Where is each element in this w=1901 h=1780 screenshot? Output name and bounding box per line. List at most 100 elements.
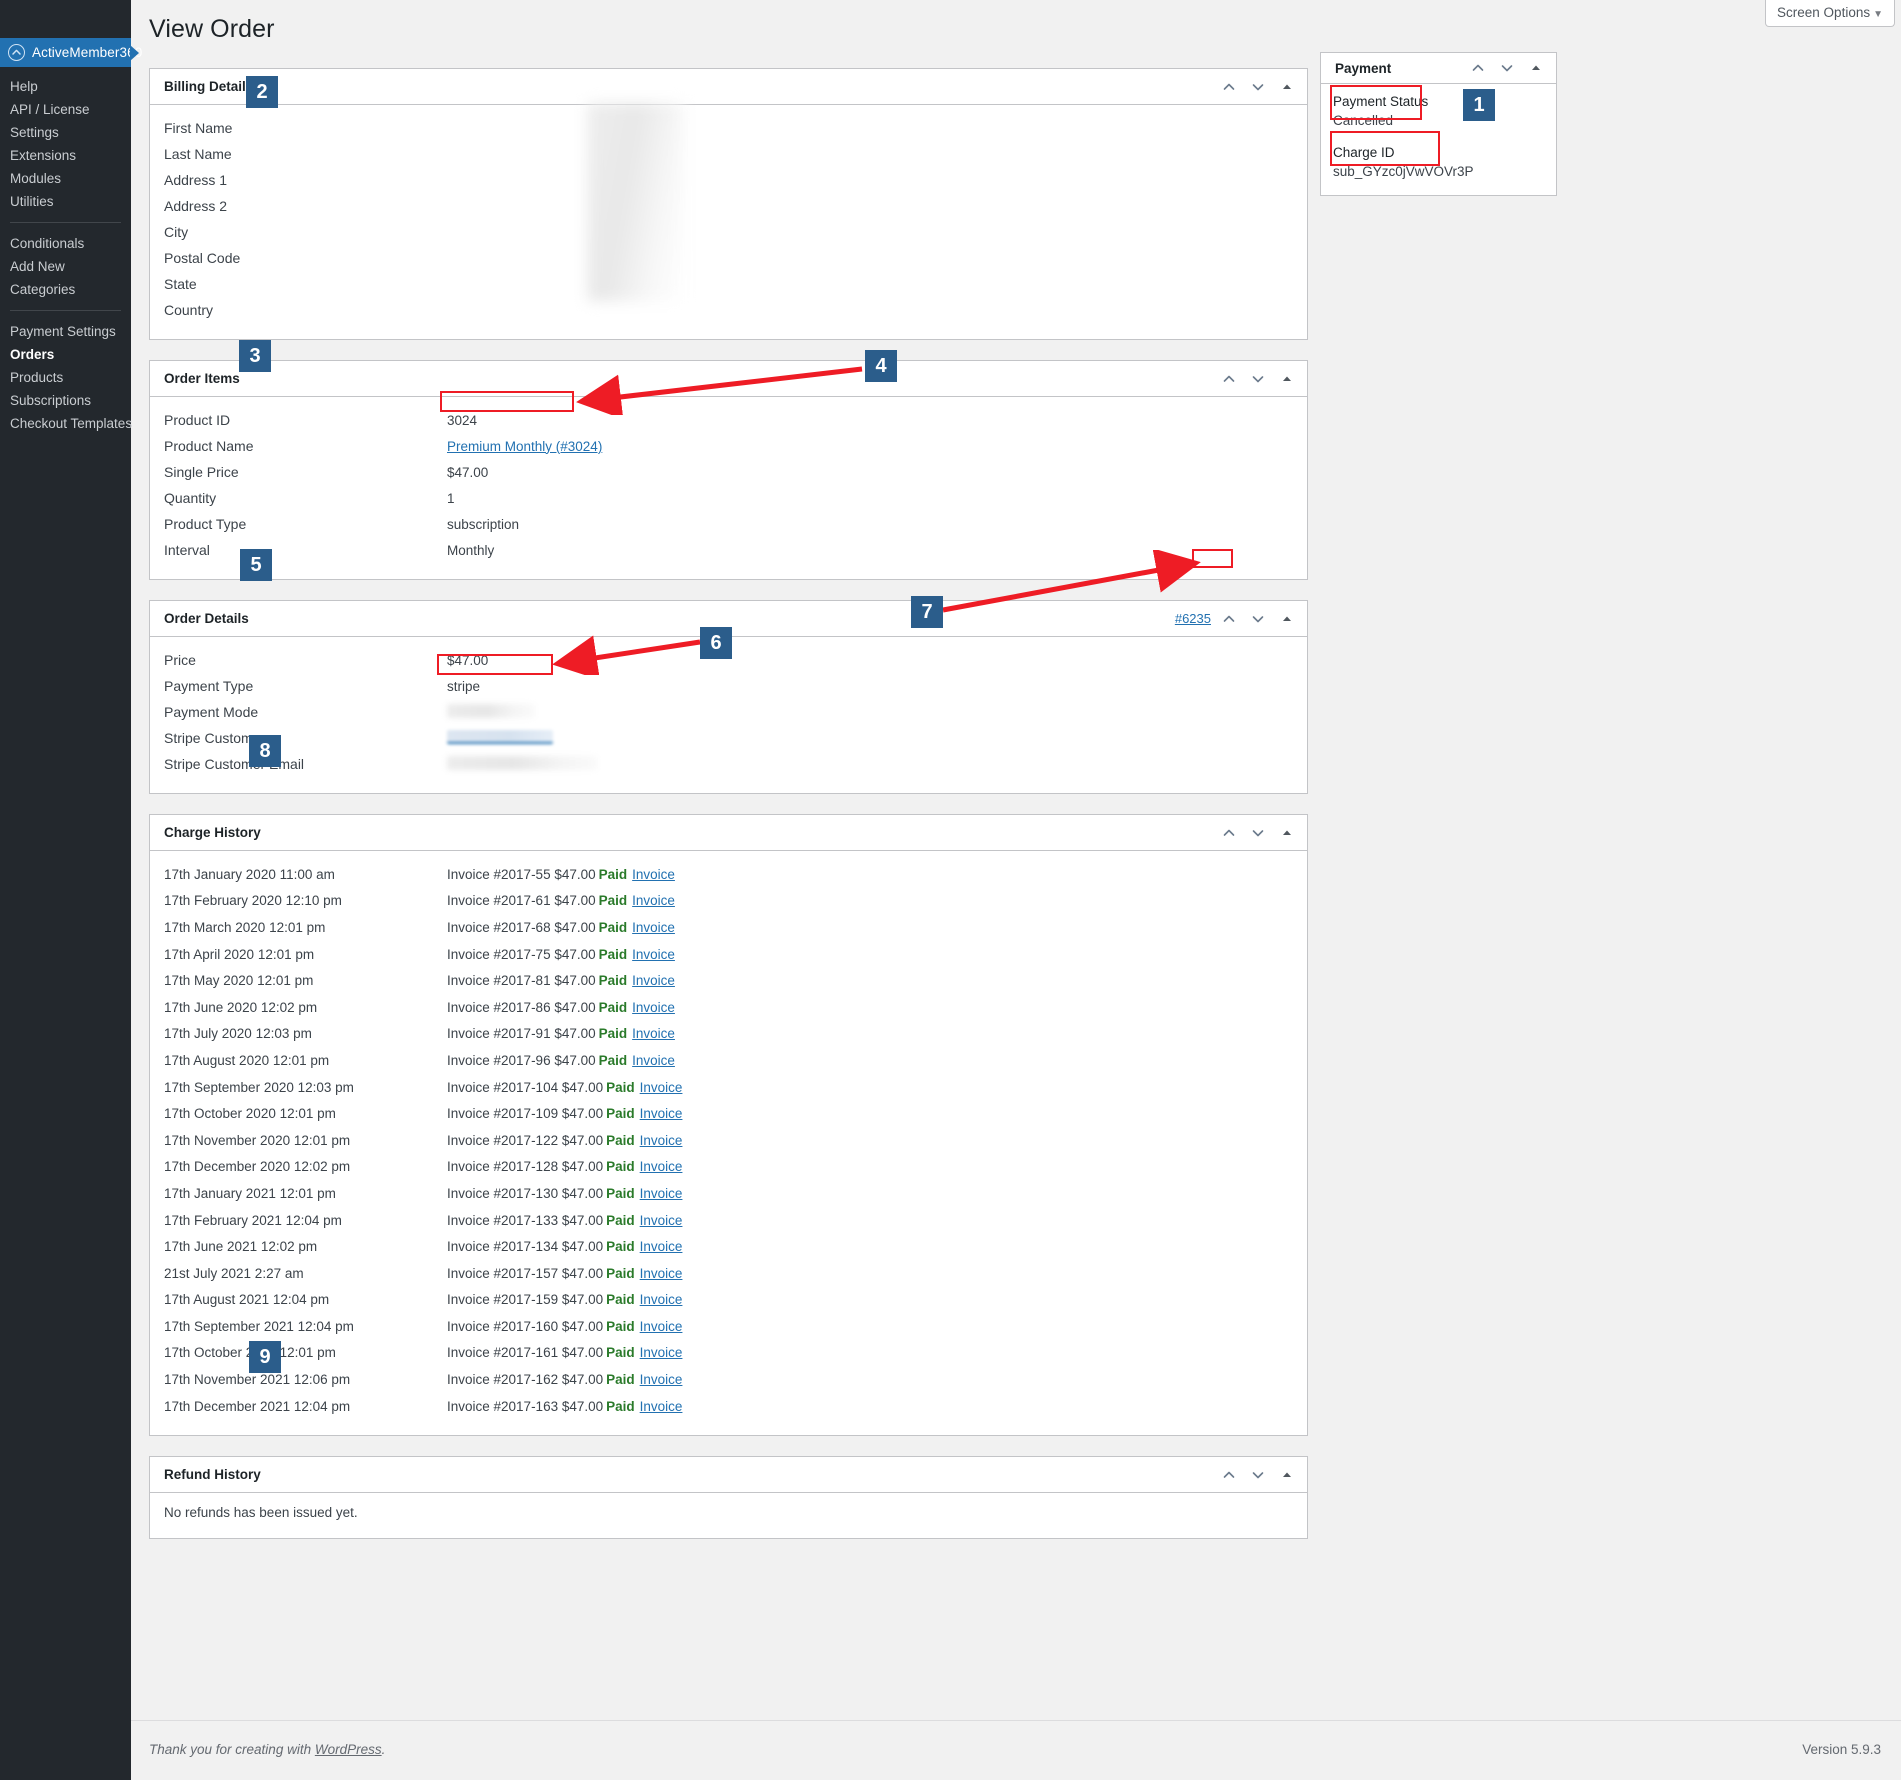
chevron-down-icon[interactable] (1250, 611, 1266, 627)
order-number-link[interactable]: #6235 (1175, 611, 1211, 626)
invoice-link[interactable]: Invoice (632, 1026, 675, 1041)
invoice-link[interactable]: Invoice (640, 1080, 683, 1095)
invoice-link[interactable]: Invoice (640, 1372, 683, 1387)
brand-label: ActiveMember360 (32, 45, 142, 60)
charge-status-badge: Paid (606, 1319, 635, 1334)
field-row: IntervalMonthly (164, 537, 1293, 563)
triangle-up-icon[interactable] (1528, 60, 1544, 76)
charge-invoice-text: Invoice #2017-157 $47.00 (447, 1266, 603, 1281)
sidebar-item-payment-settings[interactable]: Payment Settings (0, 320, 131, 343)
chevron-up-icon[interactable] (1221, 371, 1237, 387)
charge-date: 17th April 2020 12:01 pm (164, 947, 447, 962)
invoice-link[interactable]: Invoice (632, 920, 675, 935)
redacted-stripe-customer-link[interactable] (447, 730, 553, 744)
sidebar-item-subscriptions[interactable]: Subscriptions (0, 389, 131, 412)
page-wrap: View Order Billing Details First Name La… (131, 0, 1901, 1780)
sidebar-item-checkout-templates[interactable]: Checkout Templates (0, 412, 131, 435)
chevron-down-icon[interactable] (1250, 1467, 1266, 1483)
invoice-link[interactable]: Invoice (640, 1133, 683, 1148)
charge-invoice-cell: Invoice #2017-134 $47.00PaidInvoice (447, 1239, 682, 1254)
sidebar-item-extensions[interactable]: Extensions (0, 144, 131, 167)
chevron-up-icon[interactable] (1221, 79, 1237, 95)
chevron-up-icon[interactable] (1221, 611, 1237, 627)
charge-date: 17th May 2020 12:01 pm (164, 973, 447, 988)
charge-status-badge: Paid (599, 947, 628, 962)
sidebar-item-conditionals[interactable]: Conditionals (0, 232, 131, 255)
product-name-link[interactable]: Premium Monthly (#3024) (447, 439, 602, 454)
page-title: View Order (149, 15, 275, 44)
field-row: Product NamePremium Monthly (#3024) (164, 433, 1293, 459)
field-label: City (164, 224, 447, 240)
payment-status-value: Cancelled (1333, 111, 1544, 130)
field-value: Premium Monthly (#3024) (447, 439, 602, 454)
invoice-link[interactable]: Invoice (632, 867, 675, 882)
invoice-link[interactable]: Invoice (640, 1213, 683, 1228)
charge-history-row: 17th July 2020 12:03 pmInvoice #2017-91 … (164, 1021, 1293, 1048)
charge-history-header: Charge History (150, 815, 1307, 851)
panel-header-icons (1221, 79, 1299, 95)
field-label: Address 2 (164, 198, 447, 214)
chevron-down-icon[interactable] (1499, 60, 1515, 76)
sidebar-item-settings[interactable]: Settings (0, 121, 131, 144)
invoice-link[interactable]: Invoice (640, 1106, 683, 1121)
sidebar-item-api-license[interactable]: API / License (0, 98, 131, 121)
order-items-body: Product ID3024 Product NamePremium Month… (150, 397, 1307, 579)
invoice-link[interactable]: Invoice (632, 973, 675, 988)
charge-date: 17th February 2021 12:04 pm (164, 1213, 447, 1228)
invoice-link[interactable]: Invoice (632, 1000, 675, 1015)
product-type-value: subscription (447, 517, 519, 532)
invoice-link[interactable]: Invoice (640, 1292, 683, 1307)
charge-history-row: 17th May 2020 12:01 pmInvoice #2017-81 $… (164, 967, 1293, 994)
sidebar-item-help[interactable]: Help (0, 75, 131, 98)
triangle-up-icon[interactable] (1279, 1467, 1295, 1483)
invoice-link[interactable]: Invoice (640, 1399, 683, 1414)
charge-status-badge: Paid (606, 1345, 635, 1360)
chevron-down-icon[interactable] (1250, 79, 1266, 95)
chevron-up-icon[interactable] (1221, 1467, 1237, 1483)
sidebar-item-categories[interactable]: Categories (0, 278, 131, 301)
charge-status-badge: Paid (606, 1080, 635, 1095)
invoice-link[interactable]: Invoice (640, 1186, 683, 1201)
sidebar-item-orders[interactable]: Orders (0, 343, 131, 366)
invoice-link[interactable]: Invoice (632, 893, 675, 908)
invoice-link[interactable]: Invoice (632, 1053, 675, 1068)
charge-invoice-cell: Invoice #2017-91 $47.00PaidInvoice (447, 1026, 675, 1041)
sidebar-item-add-new[interactable]: Add New (0, 255, 131, 278)
sidebar-item-products[interactable]: Products (0, 366, 131, 389)
charge-status-badge: Paid (599, 1053, 628, 1068)
chevron-up-icon[interactable] (1221, 825, 1237, 841)
payment-panel: Payment Payment Status Cancelled Charge … (1320, 52, 1557, 196)
wordpress-link[interactable]: WordPress (315, 1742, 382, 1757)
charge-history-row: 17th September 2021 12:04 pmInvoice #201… (164, 1313, 1293, 1340)
charge-invoice-text: Invoice #2017-162 $47.00 (447, 1372, 603, 1387)
invoice-link[interactable]: Invoice (640, 1345, 683, 1360)
invoice-link[interactable]: Invoice (640, 1159, 683, 1174)
chevron-up-icon[interactable] (1470, 60, 1486, 76)
invoice-link[interactable]: Invoice (632, 947, 675, 962)
field-label: Interval (164, 542, 447, 558)
footer-credit: Thank you for creating with WordPress. (149, 1742, 385, 1757)
sidebar-item-modules[interactable]: Modules (0, 167, 131, 190)
field-row: Stripe Customer (164, 725, 1293, 751)
triangle-up-icon[interactable] (1279, 611, 1295, 627)
charge-invoice-text: Invoice #2017-159 $47.00 (447, 1292, 603, 1307)
triangle-up-icon[interactable] (1279, 825, 1295, 841)
charge-invoice-cell: Invoice #2017-157 $47.00PaidInvoice (447, 1266, 682, 1281)
charge-invoice-text: Invoice #2017-109 $47.00 (447, 1106, 603, 1121)
invoice-link[interactable]: Invoice (640, 1266, 683, 1281)
charge-date: 17th August 2021 12:04 pm (164, 1292, 447, 1307)
invoice-link[interactable]: Invoice (640, 1239, 683, 1254)
charge-date: 17th February 2020 12:10 pm (164, 893, 447, 908)
invoice-link[interactable]: Invoice (640, 1319, 683, 1334)
quantity-value: 1 (447, 491, 455, 506)
charge-date: 17th January 2020 11:00 am (164, 867, 447, 882)
triangle-up-icon[interactable] (1279, 371, 1295, 387)
chevron-down-icon[interactable] (1250, 825, 1266, 841)
charge-status-badge: Paid (599, 973, 628, 988)
chevron-down-icon[interactable] (1250, 371, 1266, 387)
interval-value: Monthly (447, 543, 494, 558)
brand-header[interactable]: ActiveMember360 (0, 38, 131, 67)
sidebar-item-utilities[interactable]: Utilities (0, 190, 131, 213)
charge-invoice-cell: Invoice #2017-96 $47.00PaidInvoice (447, 1053, 675, 1068)
triangle-up-icon[interactable] (1279, 79, 1295, 95)
